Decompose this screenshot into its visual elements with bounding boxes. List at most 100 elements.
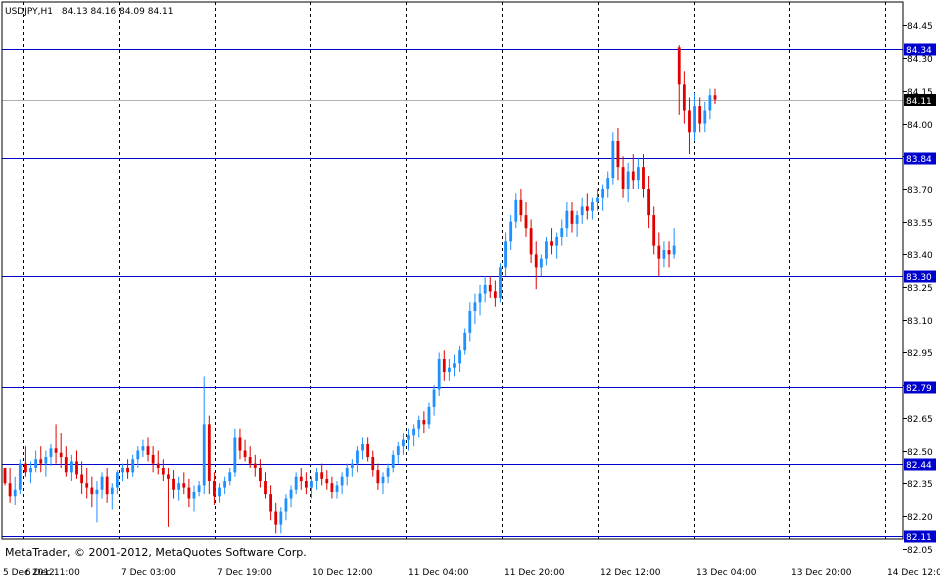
candle-body — [535, 254, 538, 267]
candle-body — [111, 488, 114, 495]
candle-body — [504, 241, 507, 267]
candle-body — [596, 198, 599, 202]
candle-body — [96, 490, 99, 494]
candle-body — [448, 368, 451, 372]
candle-body — [244, 451, 247, 458]
candle-body — [320, 472, 323, 479]
price-tick-label: 82.65 — [907, 415, 933, 425]
candle-body — [642, 167, 645, 189]
candle-body — [657, 246, 660, 259]
price-tick-label: 82.05 — [907, 546, 933, 556]
candle-body — [90, 488, 93, 495]
candlestick-chart[interactable]: 84.4584.3084.1584.0083.8583.7083.5583.40… — [0, 0, 940, 579]
candle-body — [525, 215, 528, 228]
candle-body — [652, 215, 655, 246]
candle-body — [290, 490, 293, 499]
candle-body — [397, 446, 400, 455]
price-tick-label: 82.35 — [907, 480, 933, 490]
candle-body — [177, 483, 180, 490]
price-tick-label: 83.10 — [907, 317, 933, 327]
candle-body — [647, 189, 650, 215]
candle-body — [310, 481, 313, 488]
candle-body — [458, 350, 461, 363]
time-tick-label: 7 Dec 03:00 — [121, 568, 176, 578]
candle-body — [606, 178, 609, 189]
candle-body — [371, 457, 374, 470]
price-tick-label: 82.20 — [907, 513, 933, 523]
candle-body — [433, 389, 436, 406]
candle-body — [479, 294, 482, 303]
candle-body — [341, 477, 344, 486]
time-tick-label: 11 Dec 04:00 — [408, 568, 469, 578]
candle-body — [703, 111, 706, 124]
time-tick-label: 13 Dec 20:00 — [791, 568, 852, 578]
candle-body — [14, 490, 17, 497]
candle-body — [693, 106, 696, 132]
price-tick-label: 83.40 — [907, 251, 933, 261]
candle-body — [172, 479, 175, 490]
symbol-header: USDJPY,H1 84.13 84.16 84.09 84.11 — [5, 7, 174, 17]
candle-body — [392, 455, 395, 468]
candle-body — [382, 477, 385, 484]
candle-body — [269, 494, 272, 511]
candle-body — [489, 285, 492, 292]
candle-body — [422, 420, 425, 424]
candle-body — [468, 311, 471, 333]
candle-body — [325, 479, 328, 483]
candle-body — [223, 481, 226, 488]
chart-window[interactable]: 84.4584.3084.1584.0083.8583.7083.5583.40… — [0, 0, 940, 579]
price-tick-label: 84.45 — [907, 22, 933, 32]
candle-body — [545, 241, 548, 258]
candle-body — [65, 457, 68, 472]
candle-body — [213, 481, 216, 496]
level-label-text: 82.44 — [906, 461, 932, 471]
candle-body — [443, 359, 446, 372]
candle-body — [474, 302, 477, 311]
candle-body — [499, 267, 502, 298]
candle-body — [540, 259, 543, 268]
candle-body — [366, 444, 369, 457]
candle-body — [264, 481, 267, 494]
candle-body — [167, 474, 170, 478]
candle-body — [412, 429, 415, 436]
time-tick-label: 12 Dec 12:00 — [600, 568, 661, 578]
candle-body — [708, 95, 711, 110]
candle-body — [453, 363, 456, 367]
candle-body — [60, 453, 63, 457]
candle-body — [560, 228, 563, 237]
candle-body — [249, 457, 252, 464]
candle-body — [463, 333, 466, 350]
candle-body — [617, 141, 620, 167]
price-tick-label: 82.95 — [907, 349, 933, 359]
candle-body — [162, 468, 165, 475]
time-tick-label: 6 Dec 11:00 — [25, 568, 80, 578]
candle-body — [484, 285, 487, 294]
candle-body — [336, 485, 339, 492]
candle-body — [147, 446, 150, 455]
candle-body — [193, 492, 196, 499]
candle-body — [586, 206, 589, 210]
candle-body — [4, 468, 7, 483]
price-tick-label: 83.25 — [907, 284, 933, 294]
candle-body — [106, 477, 109, 494]
candle-body — [509, 222, 512, 242]
level-label-text: 83.84 — [906, 155, 932, 165]
candle-body — [44, 457, 47, 464]
time-tick-label: 14 Dec 12:00 — [887, 568, 940, 578]
symbol-name: USDJPY,H1 — [5, 7, 53, 17]
candle-body — [126, 468, 129, 472]
candle-body — [387, 468, 390, 477]
candle-body — [203, 424, 206, 485]
candle-body — [519, 200, 522, 215]
candle-body — [494, 291, 497, 298]
candle-body — [208, 424, 211, 481]
candle-body — [116, 472, 119, 487]
candle-body — [565, 211, 568, 228]
candle-body — [627, 172, 630, 189]
candle-body — [239, 437, 242, 450]
chart-background — [0, 0, 940, 579]
candle-body — [698, 106, 701, 123]
candle-body — [39, 459, 42, 463]
time-tick-label: 11 Dec 20:00 — [504, 568, 565, 578]
candle-body — [187, 488, 190, 499]
